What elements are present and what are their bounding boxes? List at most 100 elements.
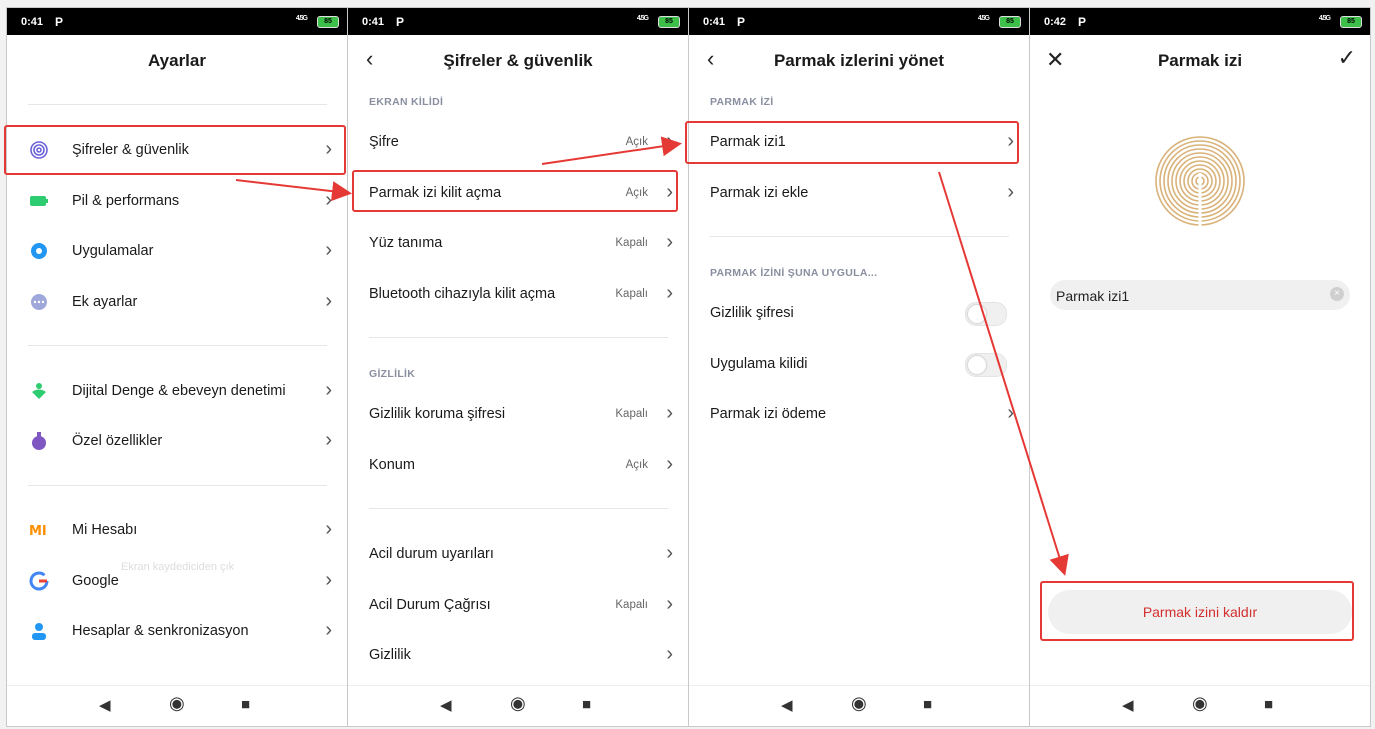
setting-value: Kapalı xyxy=(615,599,648,611)
highlight-box xyxy=(352,170,678,212)
check-icon[interactable]: ✓ xyxy=(1338,45,1356,71)
svg-text:MI: MI xyxy=(29,524,47,539)
nav-recents-icon[interactable]: ■ xyxy=(241,696,250,713)
status-bar: 0:42 P 4.5G 85 xyxy=(1030,8,1370,35)
page-title: Şifreler & güvenlik xyxy=(443,51,593,70)
settings-item-digital-wellbeing[interactable]: Dijital Denge & ebeveyn denetimi › xyxy=(7,369,347,413)
battery-level: 85 xyxy=(658,16,680,28)
status-bar: 0:41 P 4.5G 85 xyxy=(348,8,688,35)
setting-bluetooth-unlock[interactable]: Bluetooth cihazıyla kilit açma Kapalı › xyxy=(348,272,688,316)
highlight-box xyxy=(1040,581,1354,641)
add-fingerprint[interactable]: Parmak izi ekle › xyxy=(689,171,1029,215)
nav-back-icon[interactable]: ◀ xyxy=(1122,696,1134,714)
setting-fingerprint-payment[interactable]: Parmak izi ödeme › xyxy=(689,392,1029,436)
settings-item-label: Özel özellikler xyxy=(72,433,163,449)
setting-value: Kapalı xyxy=(615,288,648,300)
google-icon xyxy=(29,571,49,591)
chevron-right-icon: › xyxy=(1007,181,1014,203)
nav-home-icon[interactable]: ◉ xyxy=(1192,693,1208,714)
setting-label: Acil durum uyarıları xyxy=(369,546,494,562)
page-title: Ayarlar xyxy=(148,51,206,70)
chevron-right-icon: › xyxy=(666,282,673,304)
fingerprint-name-input[interactable]: Parmak izi1 × xyxy=(1050,280,1350,310)
setting-privacy-password[interactable]: Gizlilik koruma şifresi Kapalı › xyxy=(348,392,688,436)
section-header: PARMAK İZİ xyxy=(710,96,774,108)
setting-label: Şifre xyxy=(369,134,399,150)
signal-icon: 4.5G xyxy=(1318,15,1331,22)
setting-face-unlock[interactable]: Yüz tanıma Kapalı › xyxy=(348,221,688,265)
signal-icon: 4.5G xyxy=(295,15,308,22)
battery-level: 85 xyxy=(999,16,1021,28)
carrier-icon: P xyxy=(1078,15,1087,29)
chevron-right-icon: › xyxy=(666,402,673,424)
setting-emergency-alerts[interactable]: Acil durum uyarıları › xyxy=(348,532,688,576)
chevron-right-icon: › xyxy=(325,189,332,211)
signal-icon: 4.5G xyxy=(636,15,649,22)
nav-bar: ◀ ◉ ■ xyxy=(7,685,347,726)
signal-icon: 4.5G xyxy=(977,15,990,22)
nav-home-icon[interactable]: ◉ xyxy=(510,693,526,714)
divider xyxy=(28,345,327,346)
chevron-right-icon: › xyxy=(325,290,332,312)
settings-item-label: Google xyxy=(72,573,119,589)
chevron-right-icon: › xyxy=(666,593,673,615)
setting-label: Acil Durum Çağrısı xyxy=(369,597,491,613)
setting-value: Kapalı xyxy=(615,237,648,249)
chevron-right-icon: › xyxy=(666,643,673,665)
nav-recents-icon[interactable]: ■ xyxy=(1264,696,1273,713)
setting-label: Parmak izi ekle xyxy=(710,185,809,201)
highlight-box xyxy=(685,121,1019,164)
section-header: GİZLİLİK xyxy=(369,368,416,380)
setting-password[interactable]: Şifre Açık › xyxy=(348,120,688,164)
screen-settings: 0:41 P 4.5G 85 Ayarlar Şifreler & güvenl… xyxy=(6,7,348,727)
settings-item-additional[interactable]: Ek ayarlar › xyxy=(7,280,347,324)
setting-app-lock: Uygulama kilidi xyxy=(689,342,1029,386)
battery-level: 85 xyxy=(1340,16,1362,28)
settings-item-battery[interactable]: Pil & performans › xyxy=(7,179,347,223)
setting-location[interactable]: Konum Açık › xyxy=(348,443,688,487)
nav-bar: ◀ ◉ ■ xyxy=(689,685,1029,726)
chevron-right-icon: › xyxy=(666,130,673,152)
nav-recents-icon[interactable]: ■ xyxy=(582,696,591,713)
setting-emergency-call[interactable]: Acil Durum Çağrısı Kapalı › xyxy=(348,583,688,627)
mi-logo-icon: MI xyxy=(29,524,47,539)
chevron-right-icon: › xyxy=(666,453,673,475)
carrier-icon: P xyxy=(737,15,746,29)
setting-privacy-password: Gizlilik şifresi xyxy=(689,291,1029,335)
settings-item-label: Ek ayarlar xyxy=(72,294,138,310)
chevron-right-icon: › xyxy=(325,569,332,591)
status-time: 0:41 xyxy=(362,16,385,28)
settings-item-label: Pil & performans xyxy=(72,193,180,209)
nav-back-icon[interactable]: ◀ xyxy=(99,696,111,714)
setting-label: Yüz tanıma xyxy=(369,235,443,251)
chevron-right-icon: › xyxy=(1007,402,1014,424)
settings-item-google[interactable]: Google › xyxy=(7,559,347,603)
chevron-right-icon: › xyxy=(325,239,332,261)
setting-privacy[interactable]: Gizlilik › xyxy=(348,633,688,677)
nav-back-icon[interactable]: ◀ xyxy=(440,696,452,714)
app-lock-toggle[interactable] xyxy=(965,353,1007,377)
nav-home-icon[interactable]: ◉ xyxy=(851,693,867,714)
status-time: 0:41 xyxy=(703,16,726,28)
nav-back-icon[interactable]: ◀ xyxy=(781,696,793,714)
more-icon xyxy=(31,294,47,310)
settings-item-special-features[interactable]: Özel özellikler › xyxy=(7,419,347,463)
privacy-password-toggle[interactable] xyxy=(965,302,1007,326)
highlight-box xyxy=(4,125,346,175)
settings-item-apps[interactable]: Uygulamalar › xyxy=(7,229,347,273)
screen-manage-fingerprints: 0:41 P 4.5G 85 ‹ Parmak izlerini yönet P… xyxy=(688,7,1030,727)
title-bar: Ayarlar xyxy=(7,35,347,87)
nav-recents-icon[interactable]: ■ xyxy=(923,696,932,713)
nav-bar: ◀ ◉ ■ xyxy=(1030,685,1370,726)
clear-input-icon[interactable]: × xyxy=(1330,287,1344,301)
battery-level: 85 xyxy=(317,16,339,28)
section-header: PARMAK İZİNİ ŞUNA UYGULA... xyxy=(710,267,878,279)
settings-item-accounts-sync[interactable]: Hesaplar & senkronizasyon › xyxy=(7,609,347,653)
nav-home-icon[interactable]: ◉ xyxy=(169,693,185,714)
settings-item-mi-account[interactable]: MI Mi Hesabı › xyxy=(7,508,347,552)
title-bar: ✕ Parmak izi ✓ xyxy=(1030,35,1370,87)
screen-passwords-security: 0:41 P 4.5G 85 ‹ Şifreler & güvenlik EKR… xyxy=(347,7,689,727)
chevron-right-icon: › xyxy=(325,518,332,540)
setting-value: Kapalı xyxy=(615,408,648,420)
divider xyxy=(369,508,668,509)
